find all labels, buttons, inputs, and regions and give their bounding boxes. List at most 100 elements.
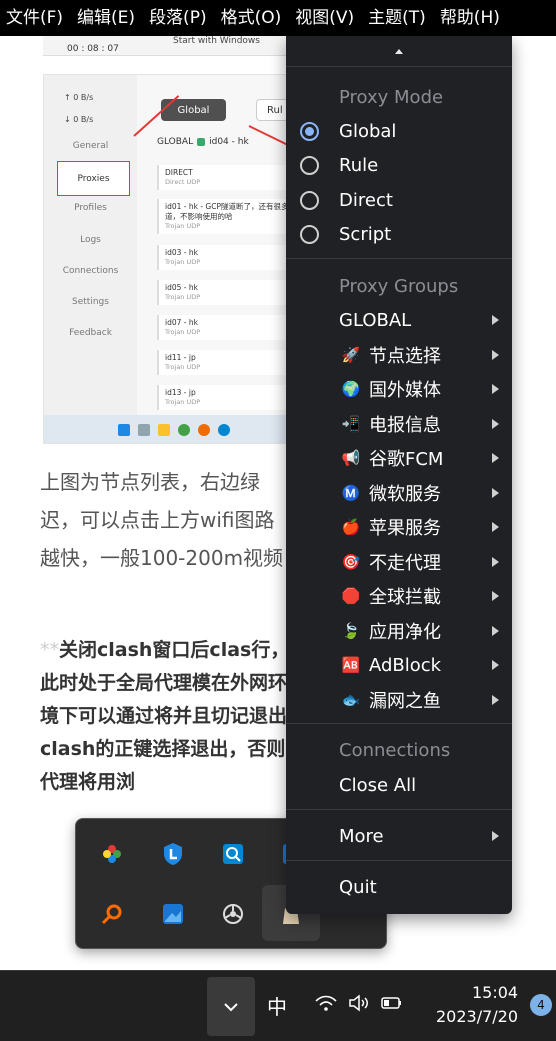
picture-app-icon[interactable] — [159, 900, 187, 928]
steam-like-icon[interactable] — [219, 900, 247, 928]
embedded-nav-connections: Connections — [62, 266, 119, 276]
menu-help[interactable]: 帮助(H) — [434, 0, 508, 36]
group-item[interactable]: 🍃 应用净化 — [286, 614, 512, 648]
megaphone-icon: 📢 — [341, 449, 361, 467]
menu-separator — [286, 723, 512, 724]
clock-time[interactable]: 15:04 — [472, 983, 518, 1002]
menu-edit[interactable]: 编辑(E) — [71, 0, 143, 36]
menu-scroll-up[interactable] — [286, 36, 512, 66]
group-item[interactable]: 🌍 国外媒体 — [286, 372, 512, 406]
embedded-sidebar: ↑ 0 B/s ↓ 0 B/s General Proxies Profiles… — [44, 75, 137, 415]
proxy-name: DIRECT — [165, 168, 193, 177]
clock-date[interactable]: 2023/7/20 — [436, 1007, 518, 1026]
top-image-strip: 00 : 08 : 07 Start with Windows — [43, 36, 293, 56]
chevron-right-icon — [492, 384, 499, 394]
menu-separator — [286, 809, 512, 810]
edge-icon — [218, 424, 230, 436]
group-label: 微软服务 — [369, 484, 441, 505]
group-item[interactable]: 📲 电报信息 — [286, 407, 512, 441]
proxy-card: id05 - hk Trojan UDP — [157, 280, 302, 305]
group-label: 国外媒体 — [369, 380, 441, 401]
group-item[interactable]: 🍎 苹果服务 — [286, 510, 512, 544]
group-item[interactable]: 🚀 节点选择 — [286, 338, 512, 372]
proxy-card: id01 - hk - GCP隧道断了，还有很多隧道，不影响使用的哈 Troja… — [157, 199, 302, 234]
system-tray-icons[interactable] — [313, 993, 405, 1013]
menu-theme[interactable]: 主题(T) — [362, 0, 434, 36]
color-wheel-icon[interactable] — [98, 840, 126, 868]
group-name: GLOBAL — [157, 137, 194, 147]
notification-badge[interactable]: 4 — [530, 994, 552, 1016]
proxy-mode-header: Proxy Mode — [339, 87, 444, 108]
menu-separator — [286, 66, 512, 67]
mode-label: Direct — [339, 189, 393, 211]
proxy-name: id07 - hk — [165, 318, 198, 327]
chevron-right-icon — [492, 557, 499, 567]
menu-view[interactable]: 视图(V) — [289, 0, 362, 36]
telegram-icon: 📲 — [341, 415, 361, 433]
paragraph-close-clash: **关闭clash窗口后clas行，此时处于全局代理模在外网环境下可以通过将并且… — [40, 634, 290, 799]
group-label: 谷歌FCM — [369, 449, 444, 470]
proxy-name: id03 - hk — [165, 248, 198, 257]
mode-direct[interactable]: Direct — [286, 183, 512, 217]
search-orange-icon[interactable] — [98, 900, 126, 928]
mode-label: Global — [339, 120, 397, 142]
embedded-taskbar — [44, 415, 302, 443]
folder-icon — [158, 424, 170, 436]
proxy-tag: Trojan UDP — [165, 293, 201, 301]
show-hidden-icons-button[interactable] — [207, 977, 255, 1036]
proxy-name: id05 - hk — [165, 283, 198, 292]
fish-icon: 🐟 — [341, 691, 361, 709]
mode-script[interactable]: Script — [286, 217, 512, 251]
group-badge-icon — [197, 138, 206, 146]
windows-taskbar: 中 15:04 2023/7/20 4 — [0, 970, 556, 1041]
embedded-nav-logs: Logs — [80, 235, 101, 245]
group-item[interactable]: 🐟 漏网之鱼 — [286, 683, 512, 717]
quit-button[interactable]: Quit — [286, 870, 512, 904]
proxy-tag: Trojan UDP — [165, 363, 201, 371]
proxy-card: id13 - jp Trojan UDP — [157, 385, 302, 410]
group-label: 应用净化 — [369, 622, 441, 643]
shield-l-icon[interactable] — [159, 840, 187, 868]
group-item[interactable]: 🛑 全球拦截 — [286, 579, 512, 613]
proxy-tag: Trojan UDP — [165, 398, 201, 406]
magnifier-app-icon[interactable] — [219, 840, 247, 868]
proxy-tag: Trojan UDP — [165, 222, 201, 230]
close-all-button[interactable]: Close All — [286, 768, 512, 802]
close-all-label: Close All — [339, 774, 417, 796]
clash-tray-menu: Proxy Mode Global Rule Direct Script Pro… — [286, 36, 512, 914]
chrome-icon — [178, 424, 190, 436]
group-label: 电报信息 — [369, 415, 441, 436]
embedded-screenshot: ↑ 0 B/s ↓ 0 B/s General Proxies Profiles… — [43, 74, 303, 444]
group-item[interactable]: 🆎 AdBlock — [286, 648, 512, 682]
mode-rule[interactable]: Rule — [286, 148, 512, 182]
more-item[interactable]: More — [286, 819, 512, 853]
proxy-tag: Direct UDP — [165, 178, 201, 186]
ime-indicator[interactable]: 中 — [267, 991, 287, 1020]
group-item[interactable]: 🎯 不走代理 — [286, 545, 512, 579]
radio-selected-icon — [300, 121, 319, 141]
menu-file[interactable]: 文件(F) — [0, 0, 71, 36]
group-global[interactable]: GLOBAL — [286, 303, 512, 337]
radio-icon — [300, 190, 319, 210]
menu-format[interactable]: 格式(O) — [215, 0, 290, 36]
proxy-name: id13 - jp — [165, 388, 196, 397]
proxy-groups-header: Proxy Groups — [339, 276, 459, 297]
mode-global[interactable]: Global — [286, 114, 512, 148]
battery-icon — [381, 997, 401, 1009]
embedded-nav-settings: Settings — [72, 297, 109, 307]
target-icon: 🎯 — [341, 553, 361, 571]
chevron-right-icon — [492, 419, 499, 429]
embedded-nav-general: General — [72, 141, 109, 151]
proxy-name: id01 - hk - GCP隧道断了，还有很多隧道，不影响使用的哈 — [165, 202, 297, 221]
menu-paragraph[interactable]: 段落(P) — [143, 0, 215, 36]
connections-header: Connections — [339, 740, 451, 761]
group-item[interactable]: 📢 谷歌FCM — [286, 441, 512, 475]
wifi-icon — [315, 995, 337, 1011]
group-item[interactable]: Ⓜ️ 微软服务 — [286, 476, 512, 510]
startup-label: Start with Windows — [173, 36, 260, 46]
proxy-tag: Trojan UDP — [165, 328, 201, 336]
chevron-right-icon — [492, 315, 499, 325]
group-label: 苹果服务 — [369, 518, 441, 539]
proxy-card: DIRECT Direct UDP — [157, 165, 302, 190]
start-icon — [118, 424, 130, 436]
